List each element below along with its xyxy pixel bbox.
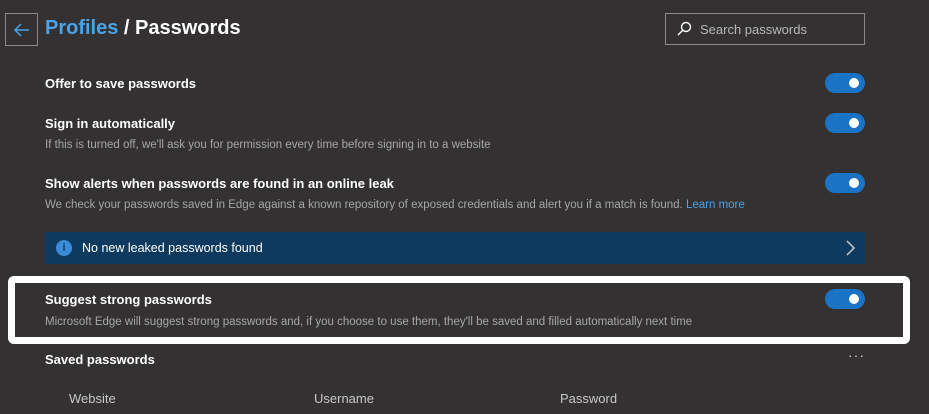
breadcrumb-passwords: Passwords [135, 17, 241, 39]
search-icon [677, 21, 692, 36]
back-button[interactable] [5, 13, 38, 46]
arrow-left-icon [13, 22, 29, 37]
toggle-knob [849, 294, 859, 304]
breadcrumb-separator: / [118, 17, 136, 39]
column-header-website[interactable]: Website [69, 391, 116, 406]
learn-more-link[interactable]: Learn more [686, 199, 745, 211]
leak-alerts-toggle[interactable] [825, 173, 865, 193]
toggle-knob [849, 118, 859, 128]
leak-status-text: No new leaked passwords found [82, 241, 263, 255]
sign-in-toggle[interactable] [825, 113, 865, 133]
toggle-knob [849, 78, 859, 88]
toggle-knob [849, 178, 859, 188]
search-input[interactable] [700, 21, 850, 37]
page-title: Profiles / Passwords [45, 17, 241, 40]
leak-alerts-desc-text: We check your passwords saved in Edge ag… [45, 199, 683, 211]
strong-passwords-description: Microsoft Edge will suggest strong passw… [45, 316, 693, 328]
sign-in-title: Sign in automatically [45, 116, 176, 131]
strong-passwords-toggle[interactable] [825, 289, 865, 309]
sign-in-description: If this is turned off, we'll ask you for… [45, 139, 491, 151]
offer-save-title: Offer to save passwords [45, 76, 196, 91]
breadcrumb-profiles[interactable]: Profiles [45, 17, 118, 39]
info-icon: i [56, 240, 72, 256]
column-header-password[interactable]: Password [560, 391, 617, 406]
leak-status-banner[interactable]: i No new leaked passwords found [45, 232, 865, 264]
column-header-username[interactable]: Username [314, 391, 374, 406]
strong-passwords-title: Suggest strong passwords [45, 292, 212, 307]
highlight-outline [8, 276, 910, 344]
leak-alerts-description: We check your passwords saved in Edge ag… [45, 199, 745, 211]
chevron-right-icon [846, 240, 855, 256]
leak-alerts-title: Show alerts when passwords are found in … [45, 176, 394, 191]
more-options-button[interactable]: ··· [848, 347, 865, 363]
saved-passwords-title: Saved passwords [45, 352, 155, 367]
offer-save-toggle[interactable] [825, 73, 865, 93]
search-box[interactable] [665, 13, 865, 45]
